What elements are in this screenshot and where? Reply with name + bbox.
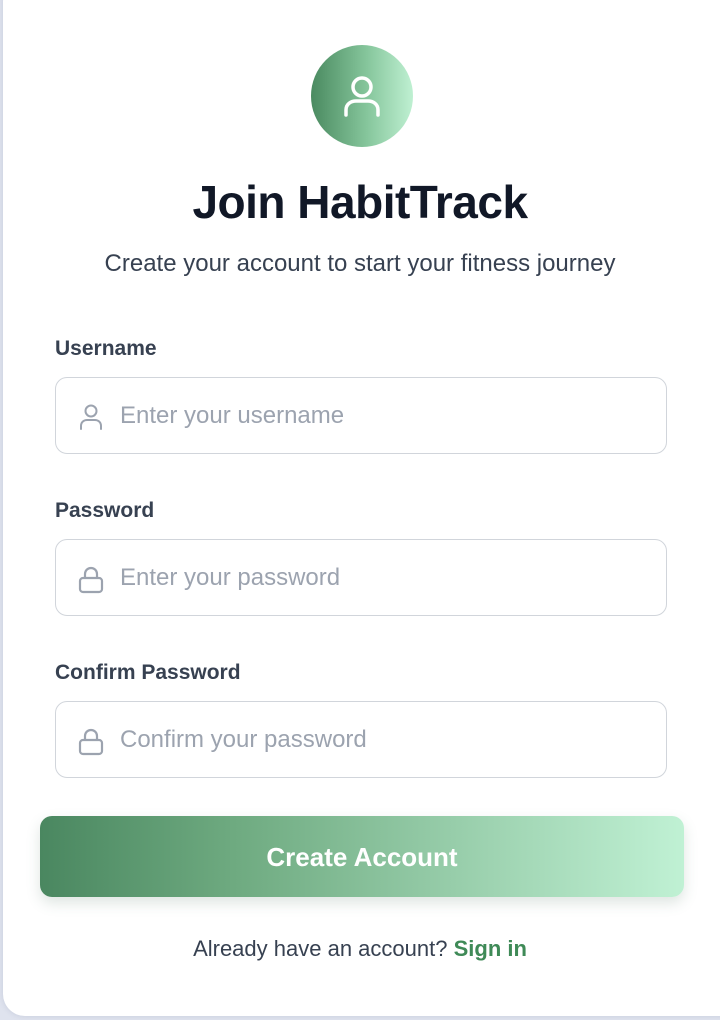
username-input[interactable] — [120, 378, 650, 453]
confirm-password-label: Confirm Password — [55, 661, 241, 684]
username-field[interactable] — [55, 377, 667, 454]
avatar — [311, 45, 413, 147]
sign-in-link[interactable]: Sign in — [454, 936, 527, 961]
password-field[interactable] — [55, 539, 667, 616]
confirm-password-input[interactable] — [120, 702, 650, 777]
password-label: Password — [55, 499, 155, 522]
lock-icon — [78, 728, 104, 756]
signin-prompt-text: Already have an account? — [193, 936, 448, 961]
password-input[interactable] — [120, 540, 650, 615]
username-label: Username — [55, 337, 157, 360]
signin-prompt: Already have an account? Sign in — [0, 935, 720, 963]
create-account-button[interactable]: Create Account — [40, 816, 684, 897]
user-icon — [80, 404, 102, 430]
page-title: Join HabitTrack — [192, 176, 528, 228]
confirm-password-field[interactable] — [55, 701, 667, 778]
page-subtitle: Create your account to start your fitnes… — [104, 250, 616, 277]
user-icon — [344, 76, 380, 117]
lock-icon — [78, 566, 104, 594]
